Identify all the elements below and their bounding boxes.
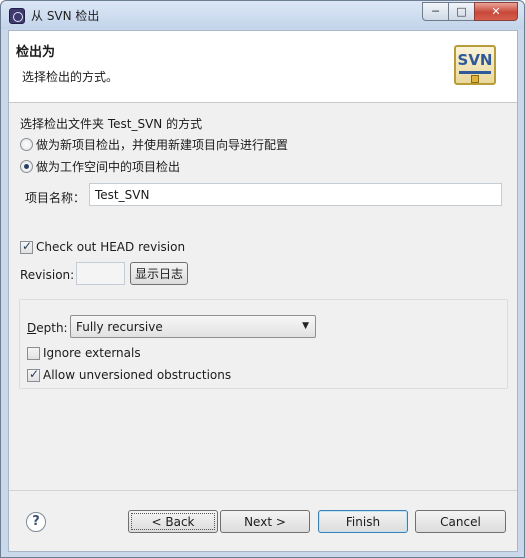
- minimize-button[interactable]: ─: [422, 2, 449, 21]
- revision-label: Revision:: [20, 268, 75, 282]
- finish-button[interactable]: Finish: [318, 510, 408, 533]
- svn-logo-text: SVN: [457, 51, 493, 69]
- radio-workspace-project[interactable]: 做为工作空间中的项目检出: [20, 158, 180, 175]
- radio-new-project[interactable]: 做为新项目检出，并使用新建项目向导进行配置: [20, 136, 288, 153]
- head-revision-checkbox[interactable]: [20, 239, 33, 254]
- svn-logo-box: [471, 75, 479, 83]
- chevron-down-icon: ▼: [302, 321, 309, 331]
- banner-description: 选择检出的方式。: [22, 70, 119, 84]
- ignore-externals-checkbox[interactable]: [27, 346, 40, 360]
- eclipse-app-icon: [9, 8, 25, 24]
- next-button[interactable]: Next >: [220, 510, 310, 533]
- back-button[interactable]: < Back: [128, 510, 218, 533]
- maximize-button[interactable]: □: [448, 2, 475, 21]
- ignore-externals-row[interactable]: Ignore externals: [27, 346, 141, 360]
- svn-logo-bar: [459, 71, 491, 74]
- depth-label: Depth:: [27, 321, 68, 335]
- close-button[interactable]: ✕: [474, 2, 518, 21]
- wizard-banner: 检出为 选择检出的方式。 SVN: [9, 31, 517, 103]
- allow-unversioned-checkbox[interactable]: [27, 367, 40, 382]
- depth-select-value: Fully recursive: [76, 320, 163, 334]
- checkout-method-label: 选择检出文件夹 Test_SVN 的方式: [20, 117, 203, 131]
- show-log-button[interactable]: 显示日志: [130, 262, 188, 285]
- head-revision-label: Check out HEAD revision: [36, 240, 186, 254]
- radio-workspace-project-indicator[interactable]: [20, 160, 33, 173]
- title-bar[interactable]: 从 SVN 检出 ─ □ ✕: [1, 1, 524, 29]
- window-title: 从 SVN 检出: [31, 9, 100, 23]
- project-name-label: 项目名称：: [25, 191, 86, 205]
- radio-new-project-label: 做为新项目检出，并使用新建项目向导进行配置: [36, 138, 289, 152]
- ignore-externals-label: Ignore externals: [43, 346, 141, 360]
- footer-separator: [9, 490, 517, 491]
- svn-logo-icon: SVN: [454, 45, 496, 85]
- head-revision-checkbox-row[interactable]: Check out HEAD revision: [20, 239, 186, 254]
- dialog-window: 从 SVN 检出 ─ □ ✕ 检出为 选择检出的方式。 SVN 选择检出文件夹 …: [0, 0, 525, 558]
- depth-select[interactable]: Fully recursive ▼: [70, 315, 316, 338]
- banner-title: 检出为: [16, 45, 56, 60]
- radio-workspace-project-label: 做为工作空间中的项目检出: [36, 160, 181, 174]
- depth-label-mnemonic: D: [27, 321, 37, 335]
- window-controls: ─ □ ✕: [422, 2, 518, 21]
- allow-unversioned-label: Allow unversioned obstructions: [43, 368, 232, 382]
- dialog-client-area: 检出为 选择检出的方式。 SVN 选择检出文件夹 Test_SVN 的方式 做为…: [8, 30, 518, 552]
- help-icon[interactable]: ?: [26, 512, 46, 532]
- revision-input[interactable]: [76, 262, 125, 285]
- radio-new-project-indicator[interactable]: [20, 138, 33, 151]
- allow-unversioned-row[interactable]: Allow unversioned obstructions: [27, 367, 232, 382]
- cancel-button[interactable]: Cancel: [415, 510, 506, 533]
- project-name-input[interactable]: Test_SVN: [89, 183, 502, 206]
